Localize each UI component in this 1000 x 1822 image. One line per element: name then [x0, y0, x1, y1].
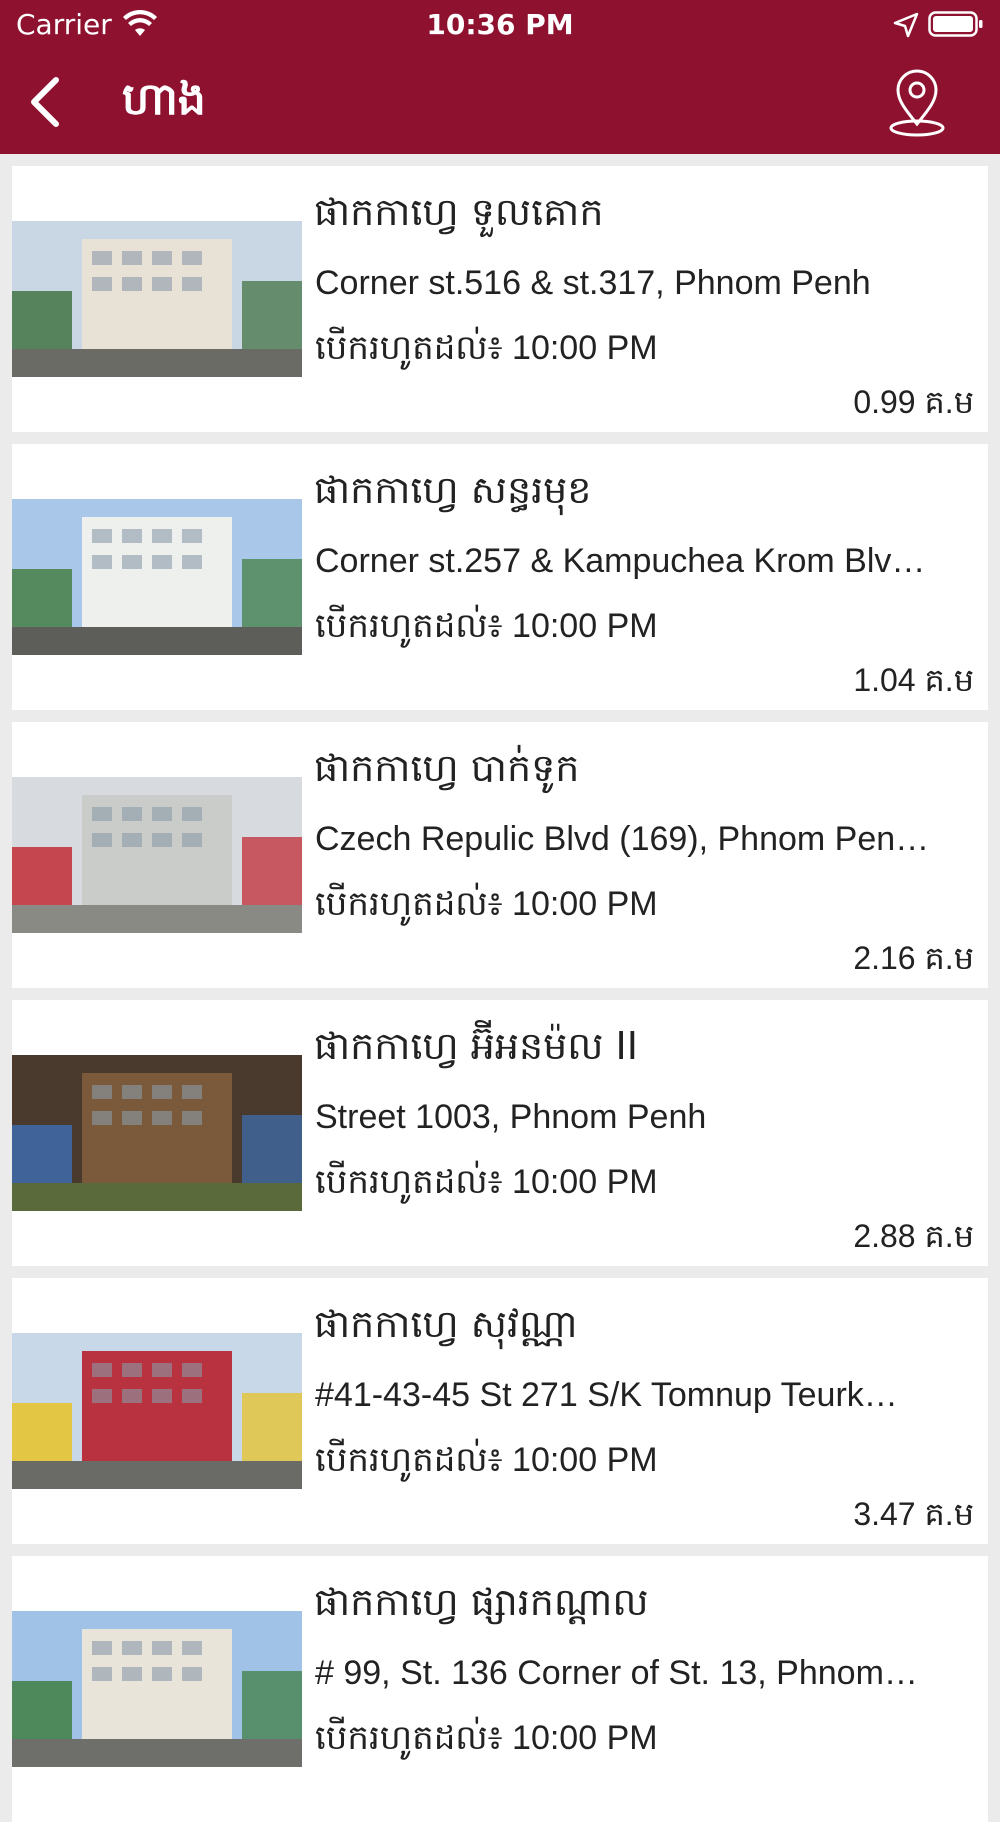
status-bar: Carrier 10:36 PM [0, 0, 1000, 50]
store-name: ផាកកាហ្វេ បាក់ទូក [314, 746, 580, 790]
store-distance: 2.88 គ.ម [853, 1218, 974, 1254]
store-card[interactable]: ផាកកាហ្វេ អ៊ីអនម៉ល II Street 1003, Phnom… [12, 1000, 988, 1266]
store-photo [12, 221, 302, 377]
map-pin-icon [889, 69, 945, 137]
battery-icon [928, 11, 983, 37]
back-button[interactable] [20, 70, 76, 130]
store-address: Corner st.516 & st.317, Phnom Penh [315, 264, 871, 302]
store-card[interactable]: ផាកកាហ្វេ ផ្សារកណ្ដាល # 99, St. 136 Corn… [12, 1556, 988, 1822]
store-card[interactable]: ផាកកាហ្វេ បាក់ទូក Czech Repulic Blvd (16… [12, 722, 988, 988]
location-arrow-icon [893, 12, 919, 38]
store-hours: បើករហូតដល់៖ 10:00 PM [315, 329, 658, 367]
store-address: #41-43-45 St 271 S/K Tomnup Teurk… [315, 1376, 898, 1414]
store-card[interactable]: ផាកកាហ្វេ ទួលគោក Corner st.516 & st.317,… [12, 166, 988, 432]
store-hours: បើករហូតដល់៖ 10:00 PM [315, 1719, 658, 1757]
store-name: ផាកកាហ្វេ សន្ធរមុខ [314, 468, 592, 512]
store-distance: 3.47 គ.ម [853, 1496, 974, 1532]
store-hours: បើករហូតដល់៖ 10:00 PM [315, 885, 658, 923]
map-view-button[interactable] [884, 68, 950, 138]
store-name: ផាកកាហ្វេ សុវណ្ណា [314, 1302, 578, 1346]
store-hours: បើករហូតដល់៖ 10:00 PM [315, 1441, 658, 1479]
store-photo [12, 777, 302, 933]
store-name: ផាកកាហ្វេ ផ្សារកណ្ដាល [314, 1580, 649, 1624]
store-hours: បើករហូតដល់៖ 10:00 PM [315, 607, 658, 645]
store-address: Czech Repulic Blvd (169), Phnom Pen… [315, 820, 930, 858]
page-title: ហាង [122, 74, 206, 125]
store-hours: បើករហូតដល់៖ 10:00 PM [315, 1163, 658, 1201]
store-photo [12, 1055, 302, 1211]
store-distance: 1.04 គ.ម [853, 662, 974, 698]
status-time: 10:36 PM [426, 8, 574, 41]
store-photo [12, 1333, 302, 1489]
nav-bar: ហាង [0, 50, 1000, 154]
app-header: Carrier 10:36 PM ហាង [0, 0, 1000, 154]
store-address: Street 1003, Phnom Penh [315, 1098, 707, 1136]
store-photo [12, 499, 302, 655]
store-card[interactable]: ផាកកាហ្វេ សុវណ្ណា #41-43-45 St 271 S/K T… [12, 1278, 988, 1544]
store-distance: 2.16 គ.ម [853, 940, 974, 976]
store-distance: 0.99 គ.ម [853, 384, 974, 420]
store-address: # 99, St. 136 Corner of St. 13, Phnom… [315, 1654, 918, 1692]
store-address: Corner st.257 & Kampuchea Krom Blv… [315, 542, 926, 580]
store-name: ផាកកាហ្វេ ទួលគោក [314, 190, 604, 234]
store-name: ផាកកាហ្វេ អ៊ីអនម៉ល II [314, 1024, 638, 1068]
store-card[interactable]: ផាកកាហ្វេ សន្ធរមុខ Corner st.257 & Kampu… [12, 444, 988, 710]
chevron-left-icon [31, 77, 59, 127]
store-photo [12, 1611, 302, 1767]
